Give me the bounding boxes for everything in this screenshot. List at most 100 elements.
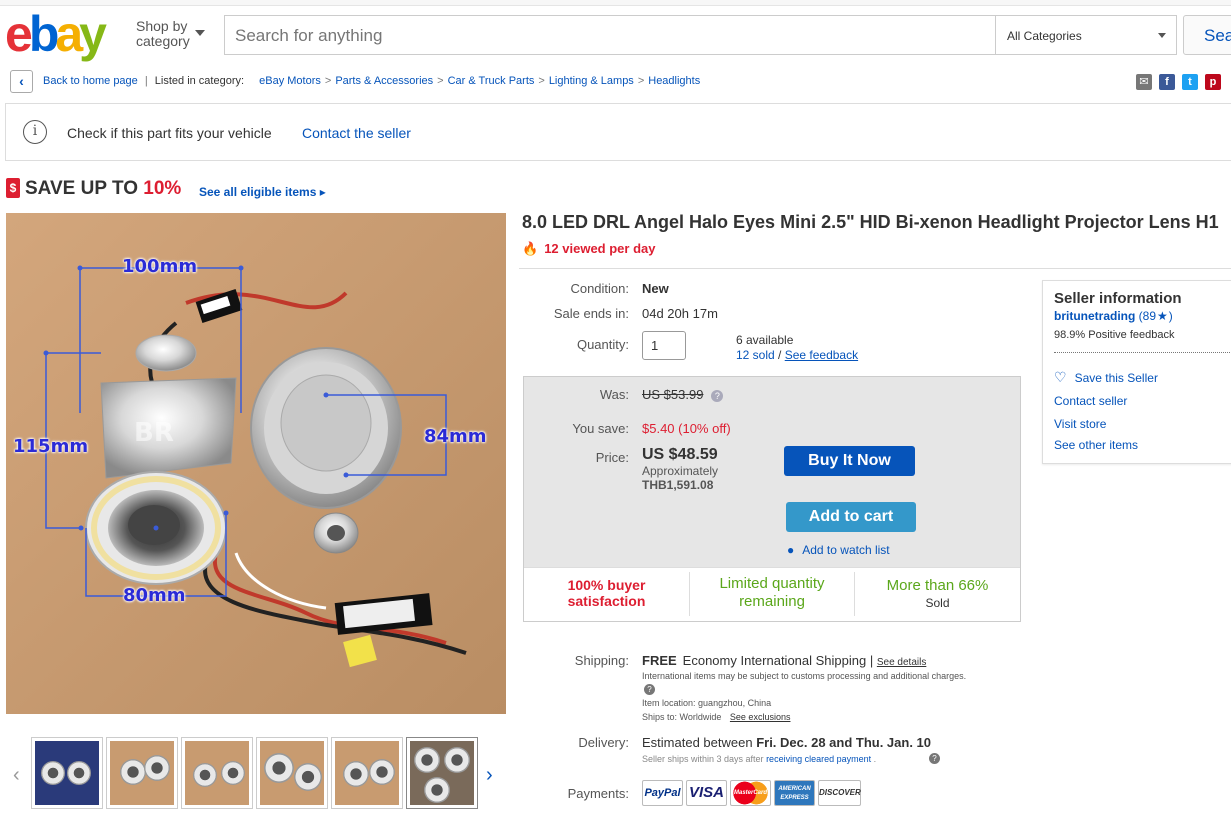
add-to-cart-button[interactable]: Add to cart (786, 502, 916, 532)
discover-icon: DISCOVER (818, 780, 861, 806)
heart-icon: ♡ (1054, 369, 1067, 385)
breadcrumb-item[interactable]: Headlights (648, 75, 700, 87)
price-value: US $48.59 (642, 446, 718, 463)
delivery-prefix: Estimated between (642, 735, 757, 750)
thumbnail[interactable] (331, 737, 403, 809)
info-icon: i (23, 120, 47, 144)
ships-to-value: Worldwide (679, 712, 722, 722)
help-icon[interactable]: ? (711, 390, 724, 402)
stat-line: remaining (739, 593, 805, 610)
watermark: BR (134, 418, 174, 448)
save-seller-text: Save this Seller (1074, 371, 1158, 385)
star-icon: ★ (1157, 309, 1168, 323)
positive-feedback: 98.9% Positive feedback (1054, 329, 1175, 341)
thumbnail-prev-icon[interactable]: ‹ (13, 764, 20, 787)
pinterest-icon[interactable]: p (1205, 74, 1221, 90)
check-fit-text[interactable]: Check if this part fits your vehicle (67, 125, 272, 141)
available-count: 6 available (736, 333, 794, 347)
mastercard-icon: MasterCard (730, 780, 771, 806)
viewed-per-day: 🔥 12 viewed per day (522, 241, 655, 257)
delivery-estimate: Estimated between Fri. Dec. 28 and Thu. … (642, 735, 931, 750)
dimension-label-bottom: 80mm (123, 585, 186, 606)
chevron-down-icon (195, 30, 205, 36)
seller-name-link[interactable]: britunetrading (1054, 309, 1135, 323)
dimension-label-right: 84mm (424, 426, 487, 447)
was-label: Was: (599, 387, 629, 402)
thumbnail[interactable] (406, 737, 478, 809)
see-feedback-link[interactable]: See feedback (785, 348, 858, 362)
visit-store-link[interactable]: Visit store (1054, 417, 1106, 431)
breadcrumb-item[interactable]: Car & Truck Parts (448, 75, 535, 87)
product-main-image[interactable]: 100mm 115mm 84mm 80mm BR (6, 213, 506, 714)
payments-label: Payments: (567, 786, 629, 801)
breadcrumb-separator: > (637, 75, 645, 87)
approx-value: THB1,591.08 (642, 478, 714, 492)
twitter-icon[interactable]: t (1182, 74, 1198, 90)
thumbnail[interactable] (256, 737, 328, 809)
buy-it-now-button[interactable]: Buy It Now (784, 446, 915, 476)
see-other-items-link[interactable]: See other items (1054, 438, 1138, 452)
top-strip (0, 0, 1231, 6)
see-eligible-items-link[interactable]: See all eligible items ▸ (199, 185, 326, 199)
shipping-label: Shipping: (574, 653, 629, 668)
logo-letter: a (55, 6, 83, 62)
customs-note: International items may be subject to cu… (642, 671, 967, 681)
thumbnail[interactable] (31, 737, 103, 809)
thumbnail-next-icon[interactable]: › (486, 764, 493, 787)
cleared-payment-link[interactable]: receiving cleared payment (766, 754, 871, 764)
help-icon[interactable]: ? (644, 684, 655, 695)
shipping-method: Economy International Shipping (682, 653, 867, 668)
delivery-dates: Fri. Dec. 28 and Thu. Jan. 10 (756, 735, 932, 750)
feedback-score[interactable]: (89 (1139, 309, 1156, 323)
paypal-icon: PayPal (642, 780, 683, 806)
delivery-label: Delivery: (578, 735, 629, 750)
see-exclusions-link[interactable]: See exclusions (730, 712, 791, 722)
divider (519, 268, 1231, 269)
stat-line: 100% buyer (567, 577, 646, 593)
email-icon[interactable]: ✉ (1136, 74, 1152, 90)
back-arrow-icon[interactable]: ‹ (10, 70, 33, 93)
seller-name-row: britunetrading (89★) (1054, 309, 1173, 323)
note-suffix: . (871, 754, 877, 764)
contact-seller-link[interactable]: Contact seller (1054, 394, 1127, 408)
fire-icon: 🔥 (522, 241, 539, 256)
thumbnail[interactable] (181, 737, 253, 809)
category-label: category (136, 33, 190, 49)
logo-letter: e (5, 6, 33, 62)
logo-letter: y (79, 6, 107, 62)
quantity-input[interactable]: 1 (642, 331, 686, 360)
was-price: US $53.99? (642, 387, 724, 402)
save-percent: 10% (143, 178, 182, 199)
sale-ends-label: Sale ends in: (553, 306, 629, 321)
thumbnail[interactable] (106, 737, 178, 809)
item-title: 8.0 LED DRL Angel Halo Eyes Mini 2.5" HI… (522, 212, 1219, 232)
divider: | (144, 75, 148, 87)
logo-letter: b (28, 6, 59, 62)
breadcrumb-item[interactable]: Parts & Accessories (335, 75, 433, 87)
contact-seller-link[interactable]: Contact the seller (302, 125, 411, 141)
breadcrumb-item[interactable]: Lighting & Lamps (549, 75, 634, 87)
add-to-watch-list-link[interactable]: ● Add to watch list (787, 543, 890, 557)
back-to-home-link[interactable]: Back to home page (43, 75, 138, 87)
sold-count[interactable]: 12 sold (736, 348, 775, 362)
ebay-logo[interactable]: ebay (5, 6, 107, 62)
shop-by-category-button[interactable]: Shop by category (136, 19, 190, 49)
location-value: guangzhou, China (698, 698, 772, 708)
chevron-down-icon (1158, 33, 1166, 38)
stat-line: Limited quantity (719, 575, 825, 592)
eye-icon: ● (787, 543, 795, 557)
facebook-icon[interactable]: f (1159, 74, 1175, 90)
help-icon[interactable]: ? (929, 753, 940, 764)
stat-line: Sold (925, 596, 950, 610)
see-details-link[interactable]: See details (877, 657, 926, 668)
category-select[interactable]: All Categories (995, 15, 1177, 55)
viewed-text: 12 viewed per day (544, 241, 656, 256)
shop-by-label: Shop by (136, 18, 188, 34)
search-button[interactable]: Sea (1183, 15, 1231, 55)
save-text: SAVE UP TO (25, 178, 144, 199)
stat-line: More than 66% (886, 577, 989, 594)
breadcrumb-item[interactable]: eBay Motors (259, 75, 321, 87)
approx-label: Approximately (642, 464, 719, 478)
save-seller-link[interactable]: ♡ Save this Seller (1054, 369, 1158, 386)
search-input[interactable]: Search for anything (224, 15, 996, 55)
